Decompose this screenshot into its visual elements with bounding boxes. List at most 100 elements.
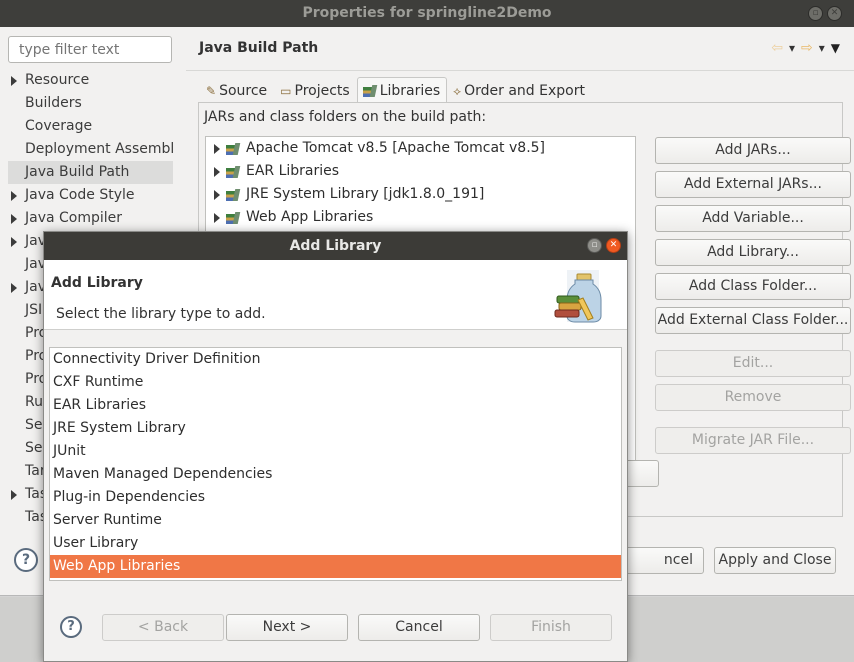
library-icon bbox=[226, 189, 240, 201]
expand-arrow-icon[interactable] bbox=[214, 189, 220, 200]
list-item[interactable]: Connectivity Driver Definition bbox=[50, 348, 621, 371]
dialog-titlebar: Add Library ▫ ✕ bbox=[44, 232, 627, 260]
tab-libraries[interactable]: Libraries bbox=[356, 77, 448, 103]
list-item[interactable]: CXF Runtime bbox=[50, 371, 621, 394]
library-label: JRE System Library [jdk1.8.0_191] bbox=[246, 186, 485, 202]
chevron-down-icon[interactable]: ▾ bbox=[819, 41, 825, 55]
library-icon bbox=[226, 212, 240, 224]
expand-arrow-icon[interactable] bbox=[11, 191, 17, 201]
window-title: Properties for springline2Demo bbox=[302, 5, 552, 21]
list-item[interactable]: EAR Libraries bbox=[206, 160, 635, 183]
projects-icon: ▭ bbox=[280, 83, 292, 98]
tab-label: Order and Export bbox=[464, 82, 585, 99]
back-button[interactable]: < Back bbox=[102, 614, 224, 641]
list-item[interactable]: JRE System Library bbox=[50, 417, 621, 440]
apply-and-close-button[interactable]: Apply and Close bbox=[714, 547, 836, 574]
libraries-icon bbox=[362, 85, 377, 97]
tab-label: Source bbox=[219, 82, 268, 99]
add-external-jars-button[interactable]: Add External JARs... bbox=[655, 171, 851, 198]
dialog-header-message: Select the library type to add. bbox=[56, 306, 266, 322]
close-icon[interactable]: ✕ bbox=[827, 6, 842, 21]
list-item[interactable]: Web App Libraries bbox=[206, 206, 635, 229]
finish-button[interactable]: Finish bbox=[490, 614, 612, 641]
expand-arrow-icon[interactable] bbox=[11, 214, 17, 224]
tab-projects[interactable]: ▭ Projects bbox=[274, 77, 357, 103]
tree-item-label: Se bbox=[25, 440, 43, 456]
add-library-dialog: Add Library ▫ ✕ Add Library Select the l… bbox=[43, 231, 628, 662]
list-item[interactable]: User Library bbox=[50, 532, 621, 555]
tree-item[interactable]: Resource bbox=[8, 69, 173, 92]
tree-item-label: Coverage bbox=[25, 118, 93, 134]
tree-item[interactable]: Java Build Path bbox=[8, 161, 173, 184]
dialog-header: Add Library Select the library type to a… bbox=[44, 260, 627, 330]
add-variable-button[interactable]: Add Variable... bbox=[655, 205, 851, 232]
library-type-list[interactable]: Connectivity Driver Definition CXF Runti… bbox=[49, 347, 622, 581]
back-arrow-icon[interactable]: ⇦ bbox=[771, 40, 783, 56]
tree-item-label: Resource bbox=[25, 72, 90, 88]
library-icon bbox=[226, 143, 240, 155]
source-folder-icon: ✎ bbox=[206, 83, 217, 98]
tree-item-label: Java Compiler bbox=[25, 210, 123, 226]
add-jars-button[interactable]: Add JARs... bbox=[655, 137, 851, 164]
divider bbox=[186, 70, 854, 71]
tree-item-label: Deployment Assembly bbox=[25, 141, 173, 157]
add-library-button[interactable]: Add Library... bbox=[655, 239, 851, 266]
expand-arrow-icon[interactable] bbox=[11, 490, 17, 500]
next-button[interactable]: Next > bbox=[226, 614, 348, 641]
tab-order-and-export[interactable]: ⟡ Order and Export bbox=[447, 77, 592, 103]
tab-source[interactable]: ✎ Source bbox=[200, 77, 274, 103]
migrate-jar-button[interactable]: Migrate JAR File... bbox=[655, 427, 851, 454]
list-item[interactable]: Server Runtime bbox=[50, 509, 621, 532]
tree-item-label: Builders bbox=[25, 95, 82, 111]
window-titlebar: Properties for springline2Demo ▫ ✕ bbox=[0, 0, 854, 27]
tree-item-label: Ru bbox=[25, 394, 43, 410]
help-icon[interactable]: ? bbox=[60, 616, 82, 638]
order-export-icon: ⟡ bbox=[453, 83, 462, 98]
build-path-label: JARs and class folders on the build path… bbox=[204, 109, 487, 125]
library-label: Apache Tomcat v8.5 [Apache Tomcat v8.5] bbox=[246, 140, 546, 156]
page-navigation: ⇦ ▾ ⇨ ▾ ▼ bbox=[771, 40, 840, 56]
help-icon[interactable]: ? bbox=[14, 548, 38, 572]
close-icon[interactable]: ✕ bbox=[606, 238, 621, 253]
tree-item[interactable]: Coverage bbox=[8, 115, 173, 138]
tree-item-label: Java Build Path bbox=[25, 164, 130, 180]
edit-button[interactable]: Edit... bbox=[655, 350, 851, 377]
tree-item-label: Java Code Style bbox=[25, 187, 135, 203]
list-item[interactable]: Plug-in Dependencies bbox=[50, 486, 621, 509]
add-external-class-folder-button[interactable]: Add External Class Folder... bbox=[655, 307, 851, 334]
page-title: Java Build Path bbox=[199, 40, 319, 56]
expand-arrow-icon[interactable] bbox=[214, 143, 220, 154]
expand-arrow-icon[interactable] bbox=[11, 283, 17, 293]
tab-bar: ✎ Source ▭ Projects Libraries ⟡ Order and E… bbox=[200, 77, 592, 103]
list-item[interactable]: EAR Libraries bbox=[50, 394, 621, 417]
chevron-down-icon[interactable]: ▾ bbox=[789, 41, 795, 55]
expand-arrow-icon[interactable] bbox=[11, 237, 17, 247]
tree-item[interactable]: Builders bbox=[8, 92, 173, 115]
remove-button[interactable]: Remove bbox=[655, 384, 851, 411]
library-icon bbox=[226, 166, 240, 178]
library-label: EAR Libraries bbox=[246, 163, 340, 179]
tab-label: Libraries bbox=[379, 82, 441, 99]
expand-arrow-icon[interactable] bbox=[214, 212, 220, 223]
view-menu-icon[interactable]: ▼ bbox=[831, 41, 840, 55]
expand-arrow-icon[interactable] bbox=[214, 166, 220, 177]
maximize-icon[interactable]: ▫ bbox=[587, 238, 602, 253]
list-item[interactable]: JRE System Library [jdk1.8.0_191] bbox=[206, 183, 635, 206]
expand-arrow-icon[interactable] bbox=[11, 76, 17, 86]
add-class-folder-button[interactable]: Add Class Folder... bbox=[655, 273, 851, 300]
tab-label: Projects bbox=[294, 82, 350, 99]
forward-arrow-icon[interactable]: ⇨ bbox=[801, 40, 813, 56]
maximize-icon[interactable]: ▫ bbox=[808, 6, 823, 21]
tree-item[interactable]: Deployment Assembly bbox=[8, 138, 173, 161]
tree-item-label: Se bbox=[25, 417, 43, 433]
tree-item[interactable]: Java Code Style bbox=[8, 184, 173, 207]
cancel-button[interactable]: Cancel bbox=[358, 614, 480, 641]
tree-item-label: JSI bbox=[25, 302, 43, 318]
filter-input[interactable] bbox=[8, 36, 172, 63]
tree-item[interactable]: Java Compiler bbox=[8, 207, 173, 230]
list-item[interactable]: Maven Managed Dependencies bbox=[50, 463, 621, 486]
list-item-selected[interactable]: Web App Libraries bbox=[50, 555, 621, 578]
library-wizard-icon bbox=[554, 270, 602, 323]
list-item[interactable]: JUnit bbox=[50, 440, 621, 463]
list-item[interactable]: Apache Tomcat v8.5 [Apache Tomcat v8.5] bbox=[206, 137, 635, 160]
